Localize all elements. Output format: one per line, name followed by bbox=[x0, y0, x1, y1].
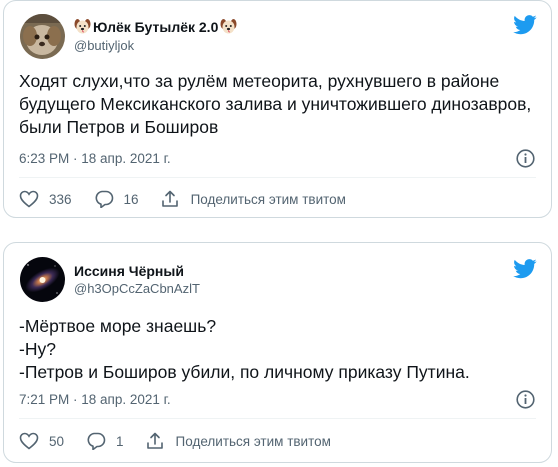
tweet-actions: 50 1 Поделиться этим твитом bbox=[19, 432, 536, 450]
divider bbox=[19, 177, 536, 178]
info-icon[interactable] bbox=[516, 390, 535, 409]
twitter-bird-icon[interactable] bbox=[513, 15, 537, 35]
tweet-text: -Мёртвое море знаешь? -Ну? -Петров и Бош… bbox=[19, 316, 470, 382]
reply-bubble-icon bbox=[87, 432, 106, 450]
author-handle[interactable]: @h3OpCcZaCbnAzlT bbox=[74, 281, 200, 296]
reply-button[interactable]: 16 bbox=[94, 190, 139, 208]
tweet-actions: 336 16 Поделиться этим твитом bbox=[19, 190, 536, 208]
author-name-row[interactable]: Юлёк Бутылёк 2.0 bbox=[74, 18, 237, 35]
share-label: Поделиться этим твитом bbox=[175, 433, 331, 449]
author-name-row[interactable]: Иссиня Чёрный bbox=[74, 263, 184, 279]
tweet-text: Ходят слухи,что за рулём метеорита, рухн… bbox=[19, 71, 532, 137]
author-handle[interactable]: @butiyljok bbox=[74, 38, 134, 53]
share-icon bbox=[146, 432, 163, 449]
heart-icon bbox=[19, 432, 39, 450]
tweet-timestamp[interactable]: 6:23 PM · 18 апр. 2021 г. bbox=[19, 151, 171, 166]
share-button[interactable]: Поделиться этим твитом bbox=[161, 190, 346, 208]
author-name: Иссиня Чёрный bbox=[74, 263, 184, 279]
tweet-card[interactable]: Иссиня Чёрный @h3OpCcZaCbnAzlT -Мёртвое … bbox=[3, 242, 552, 463]
avatar[interactable] bbox=[20, 14, 65, 59]
tweet-timestamp[interactable]: 7:21 PM · 18 апр. 2021 г. bbox=[19, 392, 171, 407]
like-button[interactable]: 50 bbox=[19, 432, 64, 450]
reply-count: 1 bbox=[116, 433, 124, 449]
reply-button[interactable]: 1 bbox=[86, 432, 124, 450]
like-button[interactable]: 336 bbox=[19, 190, 72, 208]
divider bbox=[19, 418, 536, 419]
twitter-bird-icon[interactable] bbox=[513, 259, 537, 279]
like-count: 50 bbox=[49, 433, 65, 449]
share-label: Поделиться этим твитом bbox=[190, 191, 346, 207]
reply-count: 16 bbox=[123, 191, 139, 207]
avatar[interactable] bbox=[20, 257, 65, 302]
dog-face-icon bbox=[220, 19, 237, 34]
heart-icon bbox=[19, 190, 39, 208]
dog-face-icon bbox=[74, 19, 91, 34]
avatar-photo bbox=[20, 257, 65, 302]
info-icon[interactable] bbox=[516, 149, 535, 168]
tweet-card[interactable]: Юлёк Бутылёк 2.0 @butiyljok Ходят слухи,… bbox=[3, 0, 552, 218]
like-count: 336 bbox=[49, 191, 72, 207]
share-button[interactable]: Поделиться этим твитом bbox=[146, 432, 331, 450]
reply-bubble-icon bbox=[95, 190, 113, 208]
avatar-photo bbox=[20, 14, 65, 59]
author-name: Юлёк Бутылёк 2.0 bbox=[93, 18, 219, 35]
share-icon bbox=[161, 190, 178, 207]
